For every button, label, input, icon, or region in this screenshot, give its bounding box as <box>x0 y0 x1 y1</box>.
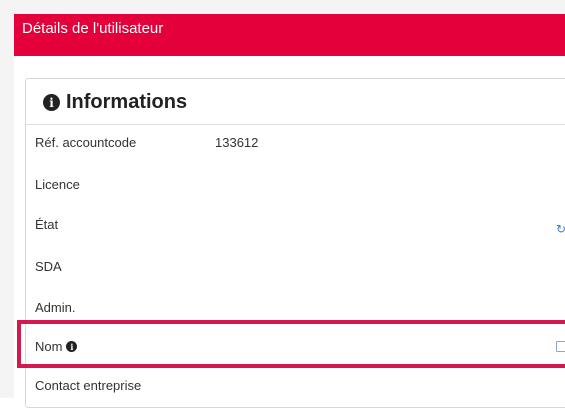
edit-icon[interactable] <box>556 341 565 352</box>
info-row-admin: Admin. <box>0 300 565 320</box>
top-background-strip <box>0 0 565 14</box>
info-row-nom: Nom i <box>0 339 565 359</box>
row-label-nom: Nom i <box>35 339 78 354</box>
panel-title-text: Informations <box>66 91 188 113</box>
header-spacer <box>14 56 565 72</box>
user-details-header: Détails de l'utilisateur <box>14 14 565 56</box>
row-label-contact-entreprise: Contact entreprise <box>35 378 142 393</box>
info-row-contact-entreprise: Contact entreprise <box>0 378 565 398</box>
info-circle-icon: i <box>43 94 60 111</box>
info-circle-icon[interactable]: i <box>66 341 78 352</box>
info-row-licence: Licence <box>0 177 565 197</box>
row-label-sda: SDA <box>35 259 62 274</box>
panel-header: i Informations <box>26 79 565 125</box>
row-label-nom-text: Nom <box>35 339 63 354</box>
header-title: Détails de l'utilisateur <box>22 20 164 37</box>
info-row-etat: État <box>0 217 565 237</box>
row-label-licence: Licence <box>35 177 80 192</box>
row-label-accountcode: Réf. accountcode <box>35 135 137 150</box>
row-label-etat: État <box>35 217 59 232</box>
row-value-accountcode: 133612 <box>215 135 259 150</box>
info-row-sda: SDA <box>0 259 565 279</box>
refresh-icon[interactable]: ↻ <box>556 222 565 236</box>
panel-title: i Informations <box>43 91 187 114</box>
info-row-accountcode: Réf. accountcode 133612 <box>0 135 565 155</box>
row-label-admin: Admin. <box>35 300 76 315</box>
